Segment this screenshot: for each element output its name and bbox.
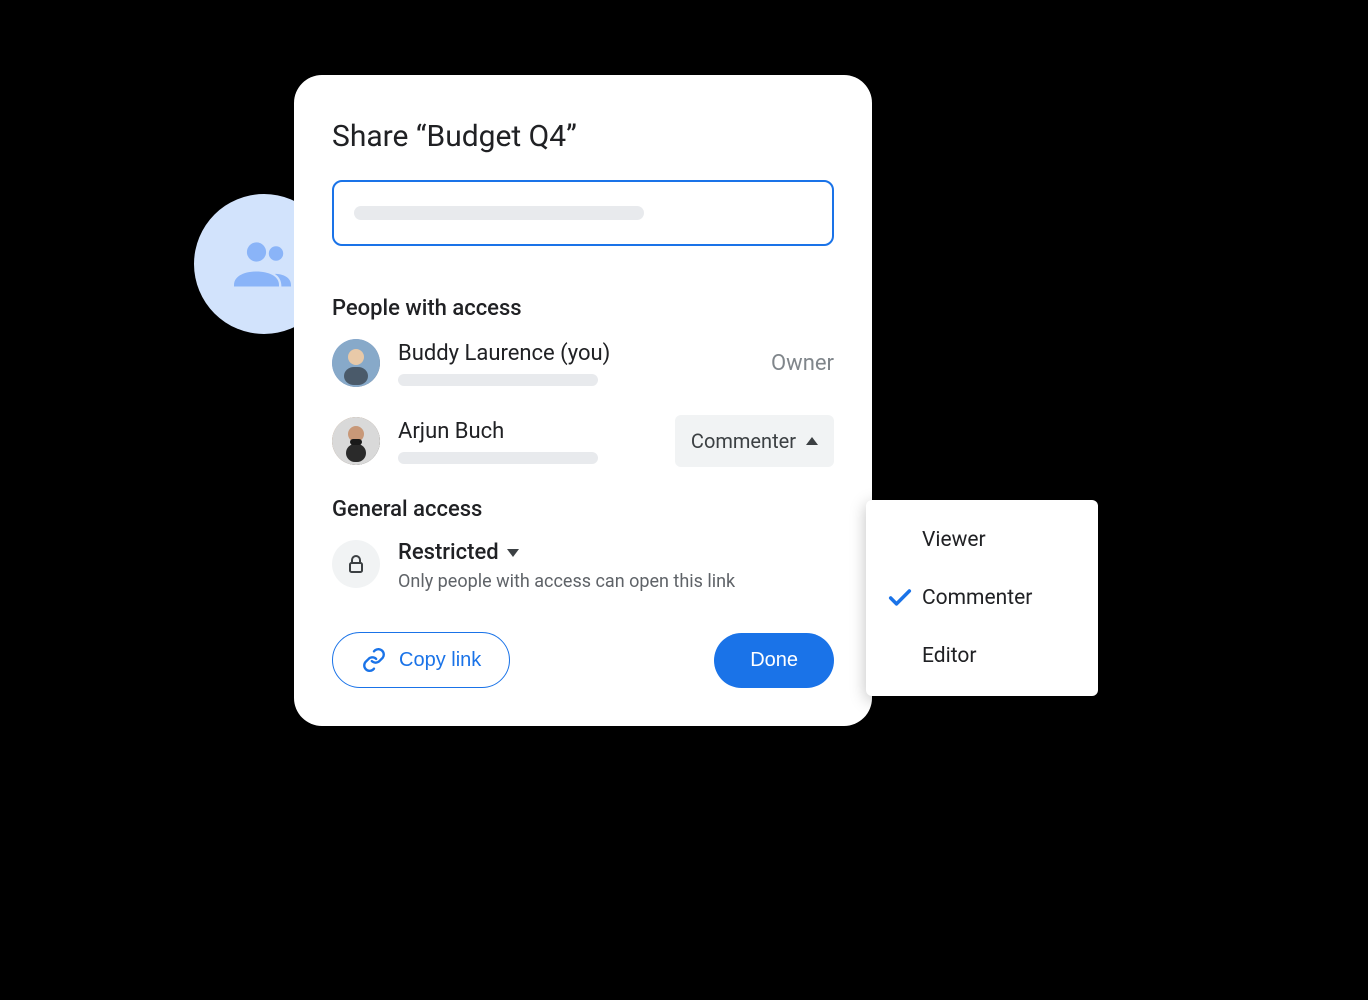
role-option-viewer[interactable]: Viewer xyxy=(866,512,1098,568)
add-people-input[interactable] xyxy=(332,180,834,246)
role-option-label: Commenter xyxy=(922,586,1032,610)
dialog-footer: Copy link Done xyxy=(332,632,834,688)
input-placeholder-skeleton xyxy=(354,206,644,220)
role-label-owner: Owner xyxy=(771,351,834,376)
general-access-description: Only people with access can open this li… xyxy=(398,571,834,592)
people-icon xyxy=(228,228,300,300)
check-icon xyxy=(886,584,914,612)
role-option-editor[interactable]: Editor xyxy=(866,628,1098,684)
people-section-label: People with access xyxy=(332,296,834,321)
general-access-title: Restricted xyxy=(398,540,499,565)
person-info: Buddy Laurence (you) xyxy=(398,341,771,386)
share-dialog: Share “Budget Q4” People with access Bud… xyxy=(294,75,872,726)
person-name: Arjun Buch xyxy=(398,419,675,444)
general-section-label: General access xyxy=(332,497,834,522)
general-access-dropdown[interactable]: Restricted xyxy=(398,540,834,565)
role-option-label: Viewer xyxy=(922,528,986,552)
person-row: Buddy Laurence (you) Owner xyxy=(332,339,834,387)
chevron-down-icon xyxy=(507,549,519,557)
done-label: Done xyxy=(750,649,798,671)
lock-icon xyxy=(344,552,368,576)
general-info: Restricted Only people with access can o… xyxy=(398,540,834,592)
person-info: Arjun Buch xyxy=(398,419,675,464)
role-option-commenter[interactable]: Commenter xyxy=(866,568,1098,628)
copy-link-label: Copy link xyxy=(399,649,481,672)
avatar xyxy=(332,339,380,387)
general-access-section: General access Restricted Only people wi… xyxy=(332,497,834,592)
email-skeleton xyxy=(398,452,598,464)
check-slot xyxy=(886,584,922,612)
email-skeleton xyxy=(398,374,598,386)
dialog-title: Share “Budget Q4” xyxy=(332,119,834,154)
chevron-up-icon xyxy=(806,437,818,445)
avatar xyxy=(332,417,380,465)
person-row: Arjun Buch Commenter xyxy=(332,415,834,467)
role-dropdown[interactable]: Commenter xyxy=(675,415,834,467)
role-dropdown-label: Commenter xyxy=(691,429,796,453)
copy-link-button[interactable]: Copy link xyxy=(332,632,510,688)
lock-icon-circle xyxy=(332,540,380,588)
link-icon xyxy=(361,647,387,673)
role-menu: Viewer Commenter Editor xyxy=(866,500,1098,696)
role-option-label: Editor xyxy=(922,644,976,668)
done-button[interactable]: Done xyxy=(714,633,834,688)
general-access-row: Restricted Only people with access can o… xyxy=(332,540,834,592)
person-name: Buddy Laurence (you) xyxy=(398,341,771,366)
